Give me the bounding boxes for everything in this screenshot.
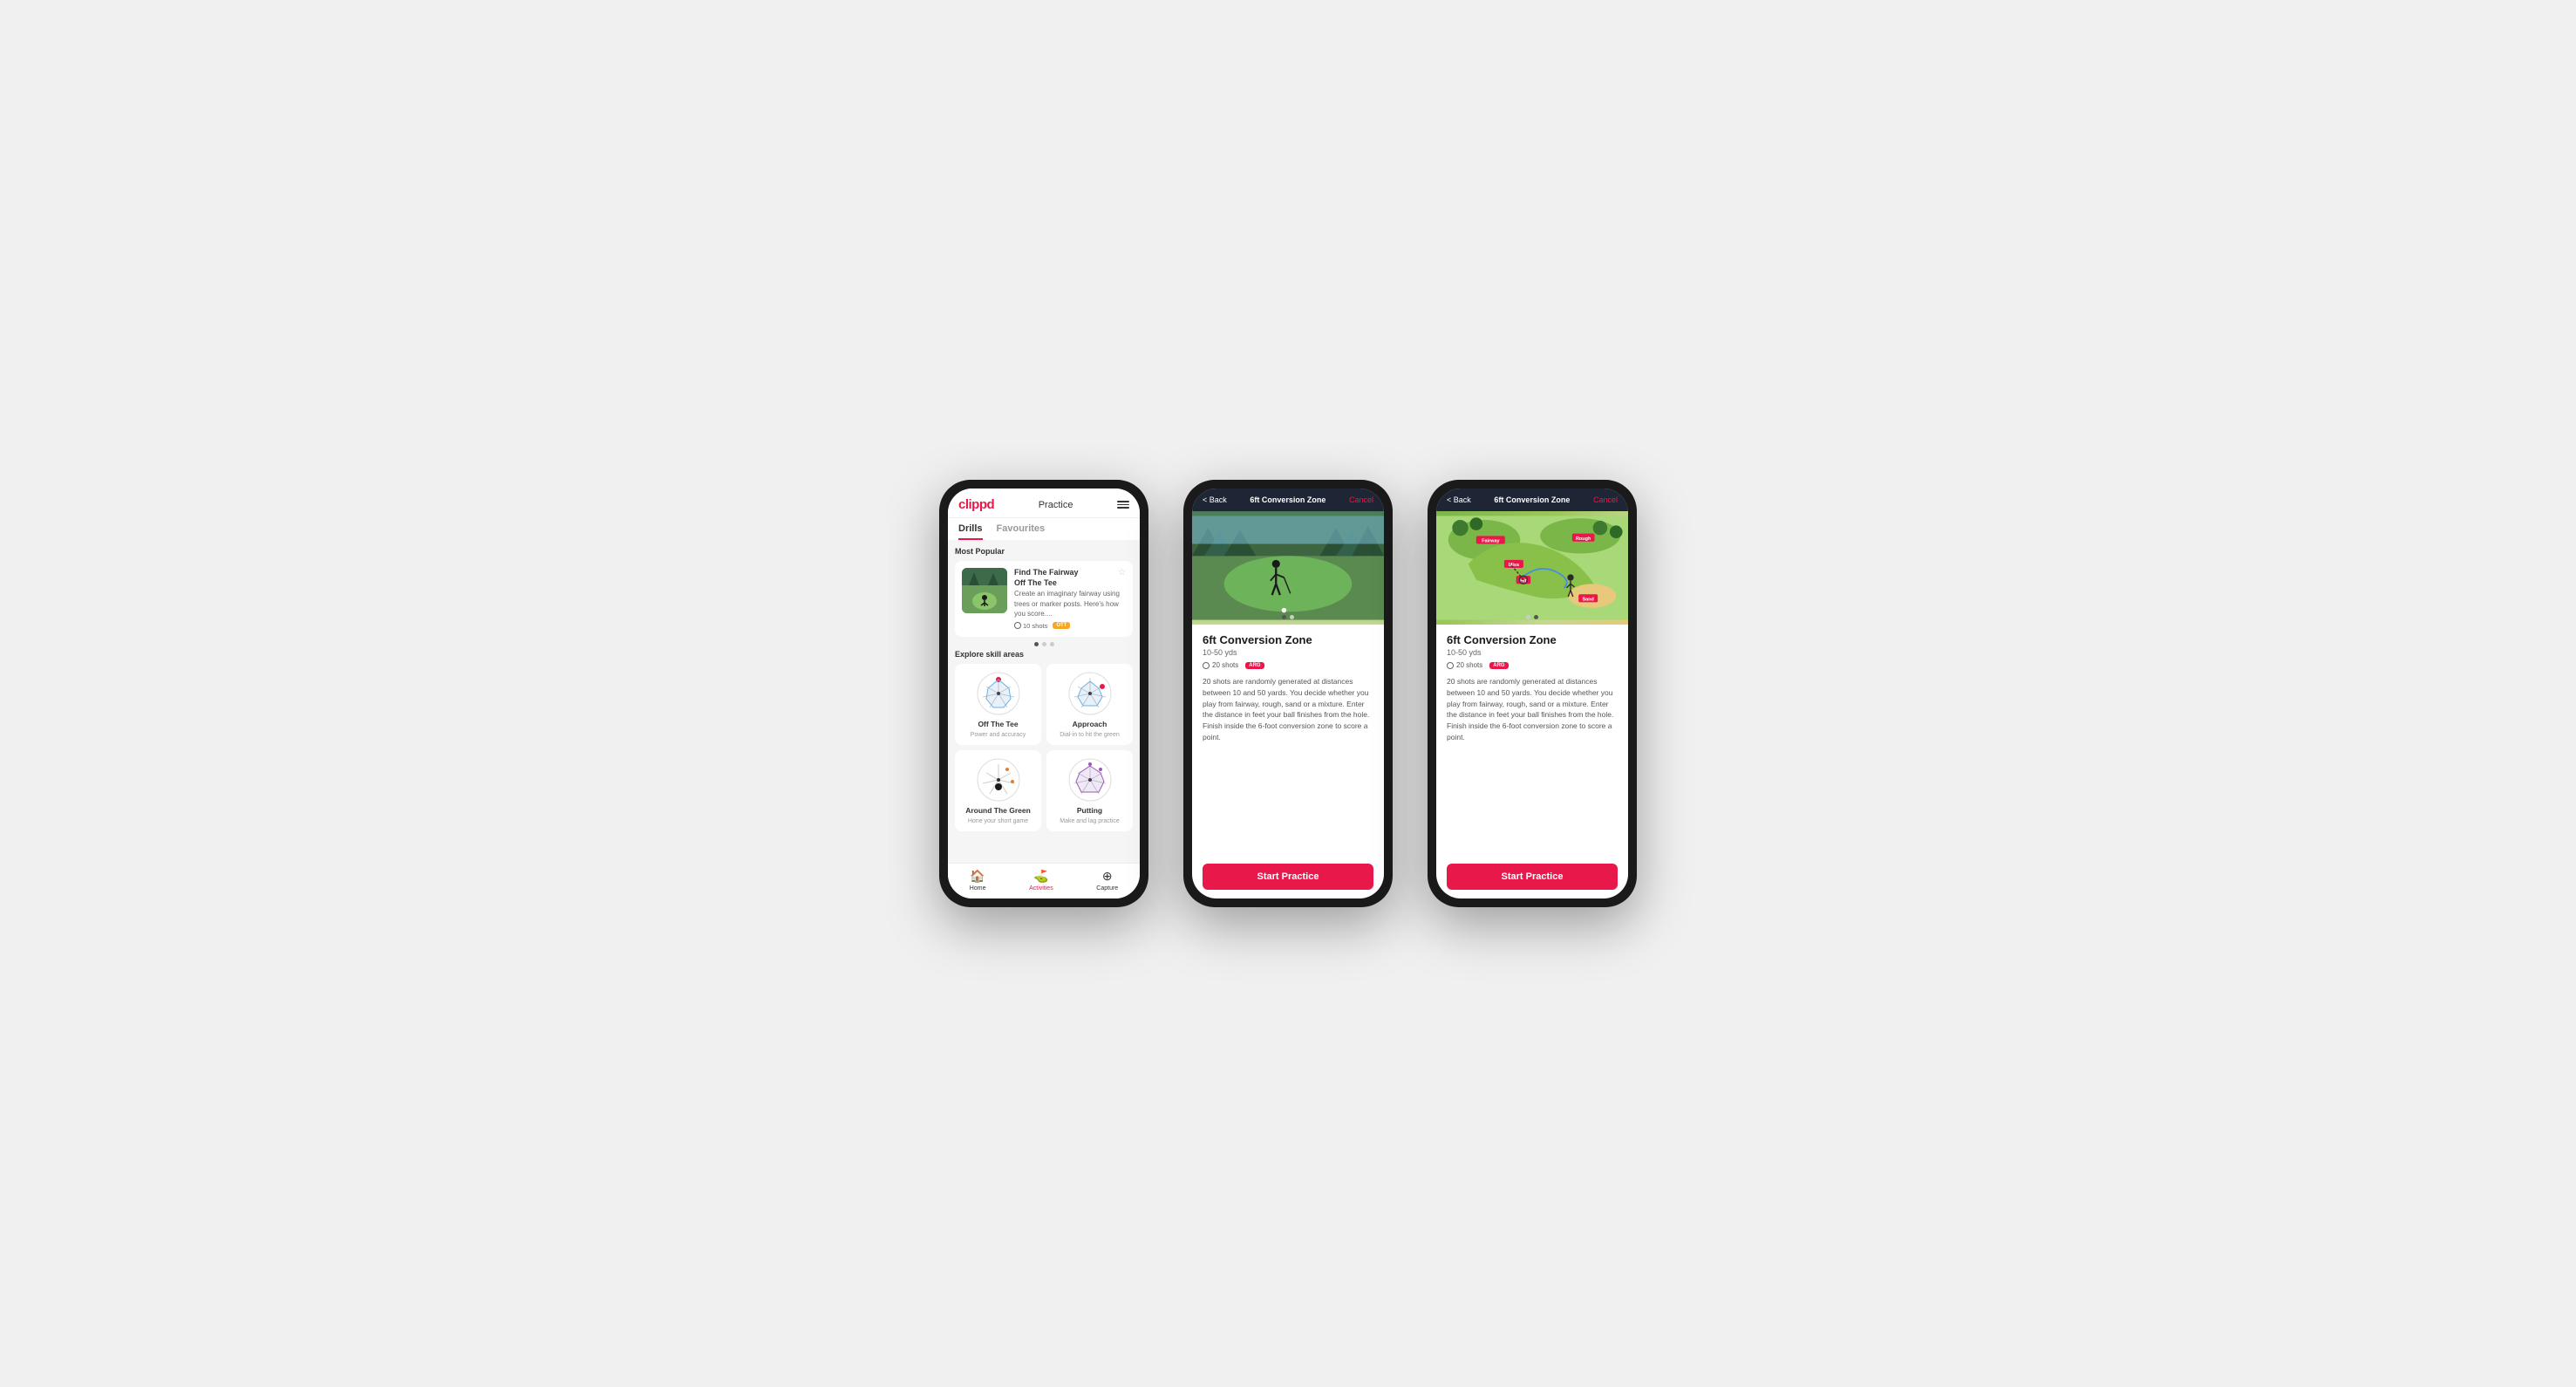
phone-3-screen: < Back 6ft Conversion Zone Cancel [1436, 489, 1628, 898]
nav-activities-label: Activities [1029, 885, 1053, 892]
app-logo: clippd [958, 497, 994, 512]
dot-1 [1034, 642, 1039, 646]
drill-subtitle: Off The Tee [1014, 578, 1126, 589]
cancel-button[interactable]: Cancel [1349, 495, 1373, 504]
skills-grid: Off The Tee Power and accuracy [955, 664, 1133, 831]
drill-tag-arg-p3: ARG [1489, 662, 1508, 669]
featured-drill-card[interactable]: Find The Fairway Off The Tee Create an i… [955, 561, 1133, 637]
nav-capture[interactable]: ⊕ Capture [1096, 869, 1118, 892]
phone-1-screen: clippd Practice Drills Favourites Most P… [948, 489, 1140, 898]
approach-icon-area [1067, 671, 1113, 716]
img-dot-1 [1282, 615, 1286, 619]
clock-icon [1203, 662, 1210, 669]
golf-map: Miss Hit Fairway Rough Sand [1436, 511, 1628, 625]
start-practice-button[interactable]: Start Practice [1203, 864, 1373, 890]
most-popular-title: Most Popular [955, 547, 1133, 556]
bottom-nav: 🏠 Home ⛳ Activities ⊕ Capture [948, 863, 1140, 898]
drill-shots: 20 shots [1203, 661, 1238, 669]
clock-icon-p3 [1447, 662, 1454, 669]
drill-detail-name-p3: 6ft Conversion Zone [1447, 633, 1618, 646]
dot-3 [1050, 642, 1054, 646]
drill-name: Find The Fairway [1014, 568, 1126, 578]
drill-meta-p3: 20 shots ARG [1447, 661, 1618, 669]
back-button-p3[interactable]: < Back [1447, 495, 1471, 504]
drill-shots: 10 shots [1014, 622, 1047, 630]
nav-activities[interactable]: ⛳ Activities [1029, 869, 1053, 892]
svg-text:Fairway: Fairway [1482, 539, 1500, 544]
carousel-dots [955, 642, 1133, 646]
header-drill-title-p3: 6ft Conversion Zone [1494, 495, 1570, 504]
hamburger-menu-icon[interactable] [1117, 501, 1129, 509]
skill-desc-putting: Make and lag practice [1060, 818, 1119, 824]
ott-icon-area [976, 671, 1021, 716]
phone2-content: 6ft Conversion Zone 10-50 yds 20 shots A… [1192, 625, 1384, 857]
home-icon: 🏠 [970, 869, 985, 884]
drill-range-p3: 10-50 yds [1447, 648, 1618, 657]
drill-detail-name: 6ft Conversion Zone [1203, 633, 1373, 646]
skill-card-atg[interactable]: Around The Green Hone your short game [955, 750, 1041, 831]
explore-title: Explore skill areas [955, 650, 1133, 659]
drill-tag-ott: OTT [1053, 622, 1070, 629]
img-dot-2 [1290, 615, 1294, 619]
nav-home-label: Home [970, 885, 986, 892]
skill-name-putting: Putting [1077, 806, 1102, 815]
back-button[interactable]: < Back [1203, 495, 1227, 504]
skill-card-putting[interactable]: Putting Make and lag practice [1046, 750, 1133, 831]
phone-2-screen: < Back 6ft Conversion Zone Cancel [1192, 489, 1384, 898]
drill-range: 10-50 yds [1203, 648, 1373, 657]
atg-icon-area [976, 757, 1021, 803]
image-dots [1282, 615, 1294, 619]
phone2-header: < Back 6ft Conversion Zone Cancel [1192, 489, 1384, 511]
cancel-button-p3[interactable]: Cancel [1593, 495, 1618, 504]
header-drill-title: 6ft Conversion Zone [1250, 495, 1325, 504]
putting-icon-area [1067, 757, 1113, 803]
phones-container: clippd Practice Drills Favourites Most P… [939, 480, 1637, 907]
phone1-header: clippd Practice [948, 489, 1140, 518]
skill-name-ott: Off The Tee [978, 720, 1018, 728]
phone3-header: < Back 6ft Conversion Zone Cancel [1436, 489, 1628, 511]
skill-name-atg: Around The Green [965, 806, 1031, 815]
phone-3: < Back 6ft Conversion Zone Cancel [1428, 480, 1637, 907]
drill-description: 20 shots are randomly generated at dista… [1203, 676, 1373, 743]
header-title: Practice [1039, 500, 1073, 510]
drill-map-image: Miss Hit Fairway Rough Sand [1436, 511, 1628, 625]
drill-meta: 10 shots OTT [1014, 622, 1126, 630]
phone-2: < Back 6ft Conversion Zone Cancel [1183, 480, 1393, 907]
skill-card-approach[interactable]: Approach Dial-in to hit the green [1046, 664, 1133, 745]
drill-meta: 20 shots ARG [1203, 661, 1373, 669]
capture-icon: ⊕ [1102, 869, 1113, 884]
nav-home[interactable]: 🏠 Home [970, 869, 986, 892]
tabs-bar: Drills Favourites [948, 518, 1140, 540]
golf-photo [1192, 511, 1384, 625]
nav-capture-label: Capture [1096, 885, 1118, 892]
img-dot-p3-1 [1526, 615, 1530, 619]
tab-favourites[interactable]: Favourites [997, 523, 1046, 540]
skill-card-ott[interactable]: Off The Tee Power and accuracy [955, 664, 1041, 745]
skill-desc-approach: Dial-in to hit the green [1060, 732, 1119, 738]
skill-name-approach: Approach [1073, 720, 1107, 728]
favourite-star-icon[interactable]: ☆ [1118, 568, 1126, 577]
skill-desc-atg: Hone your short game [968, 818, 1028, 824]
drill-image [1192, 511, 1384, 625]
drill-thumbnail [962, 568, 1007, 613]
svg-text:Rough: Rough [1576, 536, 1591, 542]
drill-description-p3: 20 shots are randomly generated at dista… [1447, 676, 1618, 743]
drill-info: Find The Fairway Off The Tee Create an i… [1014, 568, 1126, 630]
clock-icon [1014, 622, 1021, 629]
drill-shots-p3: 20 shots [1447, 661, 1482, 669]
tab-drills[interactable]: Drills [958, 523, 983, 540]
img-dot-p3-2 [1534, 615, 1538, 619]
phone-1: clippd Practice Drills Favourites Most P… [939, 480, 1148, 907]
activities-icon: ⛳ [1033, 869, 1048, 884]
drill-tag-arg: ARG [1245, 662, 1264, 669]
skill-desc-ott: Power and accuracy [971, 732, 1026, 738]
phone1-content: Most Popular [948, 540, 1140, 863]
image-dots-p3 [1526, 615, 1538, 619]
drill-description: Create an imaginary fairway using trees … [1014, 589, 1126, 618]
dot-2 [1042, 642, 1046, 646]
svg-text:Miss: Miss [1509, 563, 1519, 568]
svg-text:Sand: Sand [1582, 598, 1593, 603]
start-practice-button-p3[interactable]: Start Practice [1447, 864, 1618, 890]
phone3-content: 6ft Conversion Zone 10-50 yds 20 shots A… [1436, 625, 1628, 857]
